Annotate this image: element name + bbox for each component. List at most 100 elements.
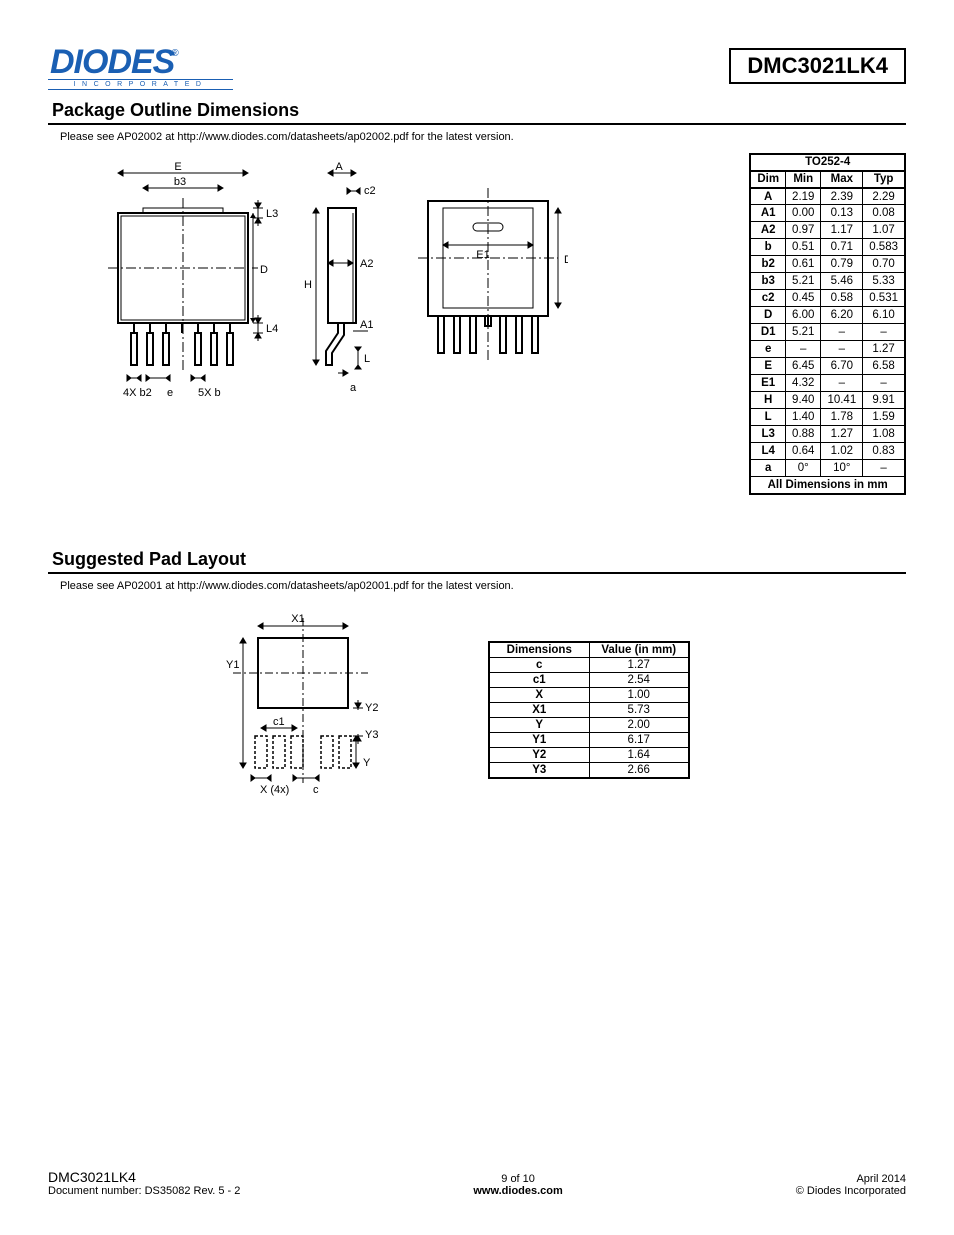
dim-cell-value: 0.531 <box>863 290 905 307</box>
dim-cell-value: – <box>786 341 821 358</box>
footer-docnum: Document number: DS35082 Rev. 5 - 2 <box>48 1185 240 1197</box>
dim-cell-value: 0.97 <box>786 222 821 239</box>
dim-cell-value: 1.27 <box>863 341 905 358</box>
part-number-box: DMC3021LK4 <box>729 48 906 84</box>
dim-cell-value: 5.33 <box>863 273 905 290</box>
pad-cell-value: 1.64 <box>589 748 689 763</box>
dim-cell-name: e <box>750 341 785 358</box>
dim-cell-value: 2.19 <box>786 188 821 205</box>
dim-header-dim: Dim <box>750 171 785 188</box>
dim-cell-value: 0.13 <box>821 205 863 222</box>
pad-cell-value: 2.66 <box>589 763 689 779</box>
dim-cell-value: 0.58 <box>821 290 863 307</box>
dim-cell-value: 2.29 <box>863 188 905 205</box>
dim-cell-value: 1.40 <box>786 409 821 426</box>
dim-cell-value: 6.58 <box>863 358 905 375</box>
table-row: b0.510.710.583 <box>750 239 905 256</box>
pad-drawing: X1 Y1 <box>198 608 388 813</box>
svg-text:Y1: Y1 <box>226 659 239 671</box>
pad-cell-name: Y2 <box>489 748 589 763</box>
dim-cell-name: b2 <box>750 256 785 273</box>
dim-cell-value: – <box>863 460 905 477</box>
dim-cell-value: 5.21 <box>786 273 821 290</box>
table-row: Y32.66 <box>489 763 689 779</box>
dim-cell-value: 1.17 <box>821 222 863 239</box>
dim-cell-name: a <box>750 460 785 477</box>
dim-cell-value: 0.61 <box>786 256 821 273</box>
dim-cell-name: E1 <box>750 375 785 392</box>
dim-cell-value: – <box>821 324 863 341</box>
footer-page: 9 of 10 <box>473 1173 562 1185</box>
svg-text:E: E <box>174 161 181 173</box>
pad-cell-name: X <box>489 688 589 703</box>
pad-cell-value: 2.54 <box>589 673 689 688</box>
pad-cell-name: c <box>489 658 589 673</box>
dim-cell-value: 9.91 <box>863 392 905 409</box>
table-row: Y16.17 <box>489 733 689 748</box>
pad-cell-name: Y3 <box>489 763 589 779</box>
table-row: X15.73 <box>489 703 689 718</box>
logo-subtitle: INCORPORATED <box>48 79 233 90</box>
section-title-pad: Suggested Pad Layout <box>48 547 906 574</box>
svg-text:A: A <box>335 161 343 173</box>
dim-cell-value: 0.51 <box>786 239 821 256</box>
svg-text:a: a <box>350 382 357 394</box>
pad-cell-value: 2.00 <box>589 718 689 733</box>
pad-cell-value: 6.17 <box>589 733 689 748</box>
dim-cell-value: 6.10 <box>863 307 905 324</box>
svg-text:c1: c1 <box>273 716 285 728</box>
svg-text:A2: A2 <box>360 258 373 270</box>
table-row: E6.456.706.58 <box>750 358 905 375</box>
dim-cell-value: 0.88 <box>786 426 821 443</box>
svg-text:e: e <box>167 387 173 399</box>
svg-text:D: D <box>260 264 268 276</box>
dim-cell-value: 0.00 <box>786 205 821 222</box>
pad-cell-name: Y1 <box>489 733 589 748</box>
pad-note: Please see AP02001 at http://www.diodes.… <box>48 574 906 598</box>
svg-text:Y: Y <box>363 757 371 769</box>
table-row: H9.4010.419.91 <box>750 392 905 409</box>
svg-text:Y2: Y2 <box>365 702 378 714</box>
dim-cell-value: – <box>821 341 863 358</box>
footer-copyright: © Diodes Incorporated <box>796 1185 906 1197</box>
table-row: a0°10°– <box>750 460 905 477</box>
logo-main: DIODES <box>48 48 174 77</box>
dim-cell-value: 1.08 <box>863 426 905 443</box>
svg-text:A1: A1 <box>360 319 373 331</box>
dim-cell-value: 0° <box>786 460 821 477</box>
pad-cell-value: 1.27 <box>589 658 689 673</box>
table-row: b35.215.465.33 <box>750 273 905 290</box>
table-row: D15.21–– <box>750 324 905 341</box>
pad-cell-value: 5.73 <box>589 703 689 718</box>
dim-cell-value: – <box>821 375 863 392</box>
dim-cell-name: b <box>750 239 785 256</box>
table-row: c1.27 <box>489 658 689 673</box>
table-row: b20.610.790.70 <box>750 256 905 273</box>
dim-cell-name: L4 <box>750 443 785 460</box>
dim-cell-value: 10.41 <box>821 392 863 409</box>
table-row: Y21.64 <box>489 748 689 763</box>
dim-cell-name: D1 <box>750 324 785 341</box>
dimensions-table: TO252-4 Dim Min Max Typ A2.192.392.29A10… <box>749 153 906 495</box>
dim-cell-value: 5.46 <box>821 273 863 290</box>
svg-text:b3: b3 <box>174 176 186 188</box>
svg-text:c: c <box>313 784 319 796</box>
table-row: D6.006.206.10 <box>750 307 905 324</box>
dim-cell-value: 0.79 <box>821 256 863 273</box>
dim-cell-value: 0.71 <box>821 239 863 256</box>
table-row: Y2.00 <box>489 718 689 733</box>
svg-text:c2: c2 <box>364 185 376 197</box>
dim-cell-value: 1.07 <box>863 222 905 239</box>
dim-cell-value: 6.00 <box>786 307 821 324</box>
table-row: A20.971.171.07 <box>750 222 905 239</box>
pad-header-val: Value (in mm) <box>589 642 689 658</box>
dim-cell-value: 0.70 <box>863 256 905 273</box>
dim-cell-value: 2.39 <box>821 188 863 205</box>
dim-table-title: TO252-4 <box>750 154 905 171</box>
pad-header-dim: Dimensions <box>489 642 589 658</box>
dim-cell-name: A1 <box>750 205 785 222</box>
svg-text:L: L <box>364 353 370 365</box>
table-row: L1.401.781.59 <box>750 409 905 426</box>
dim-cell-name: c2 <box>750 290 785 307</box>
dim-cell-value: 9.40 <box>786 392 821 409</box>
